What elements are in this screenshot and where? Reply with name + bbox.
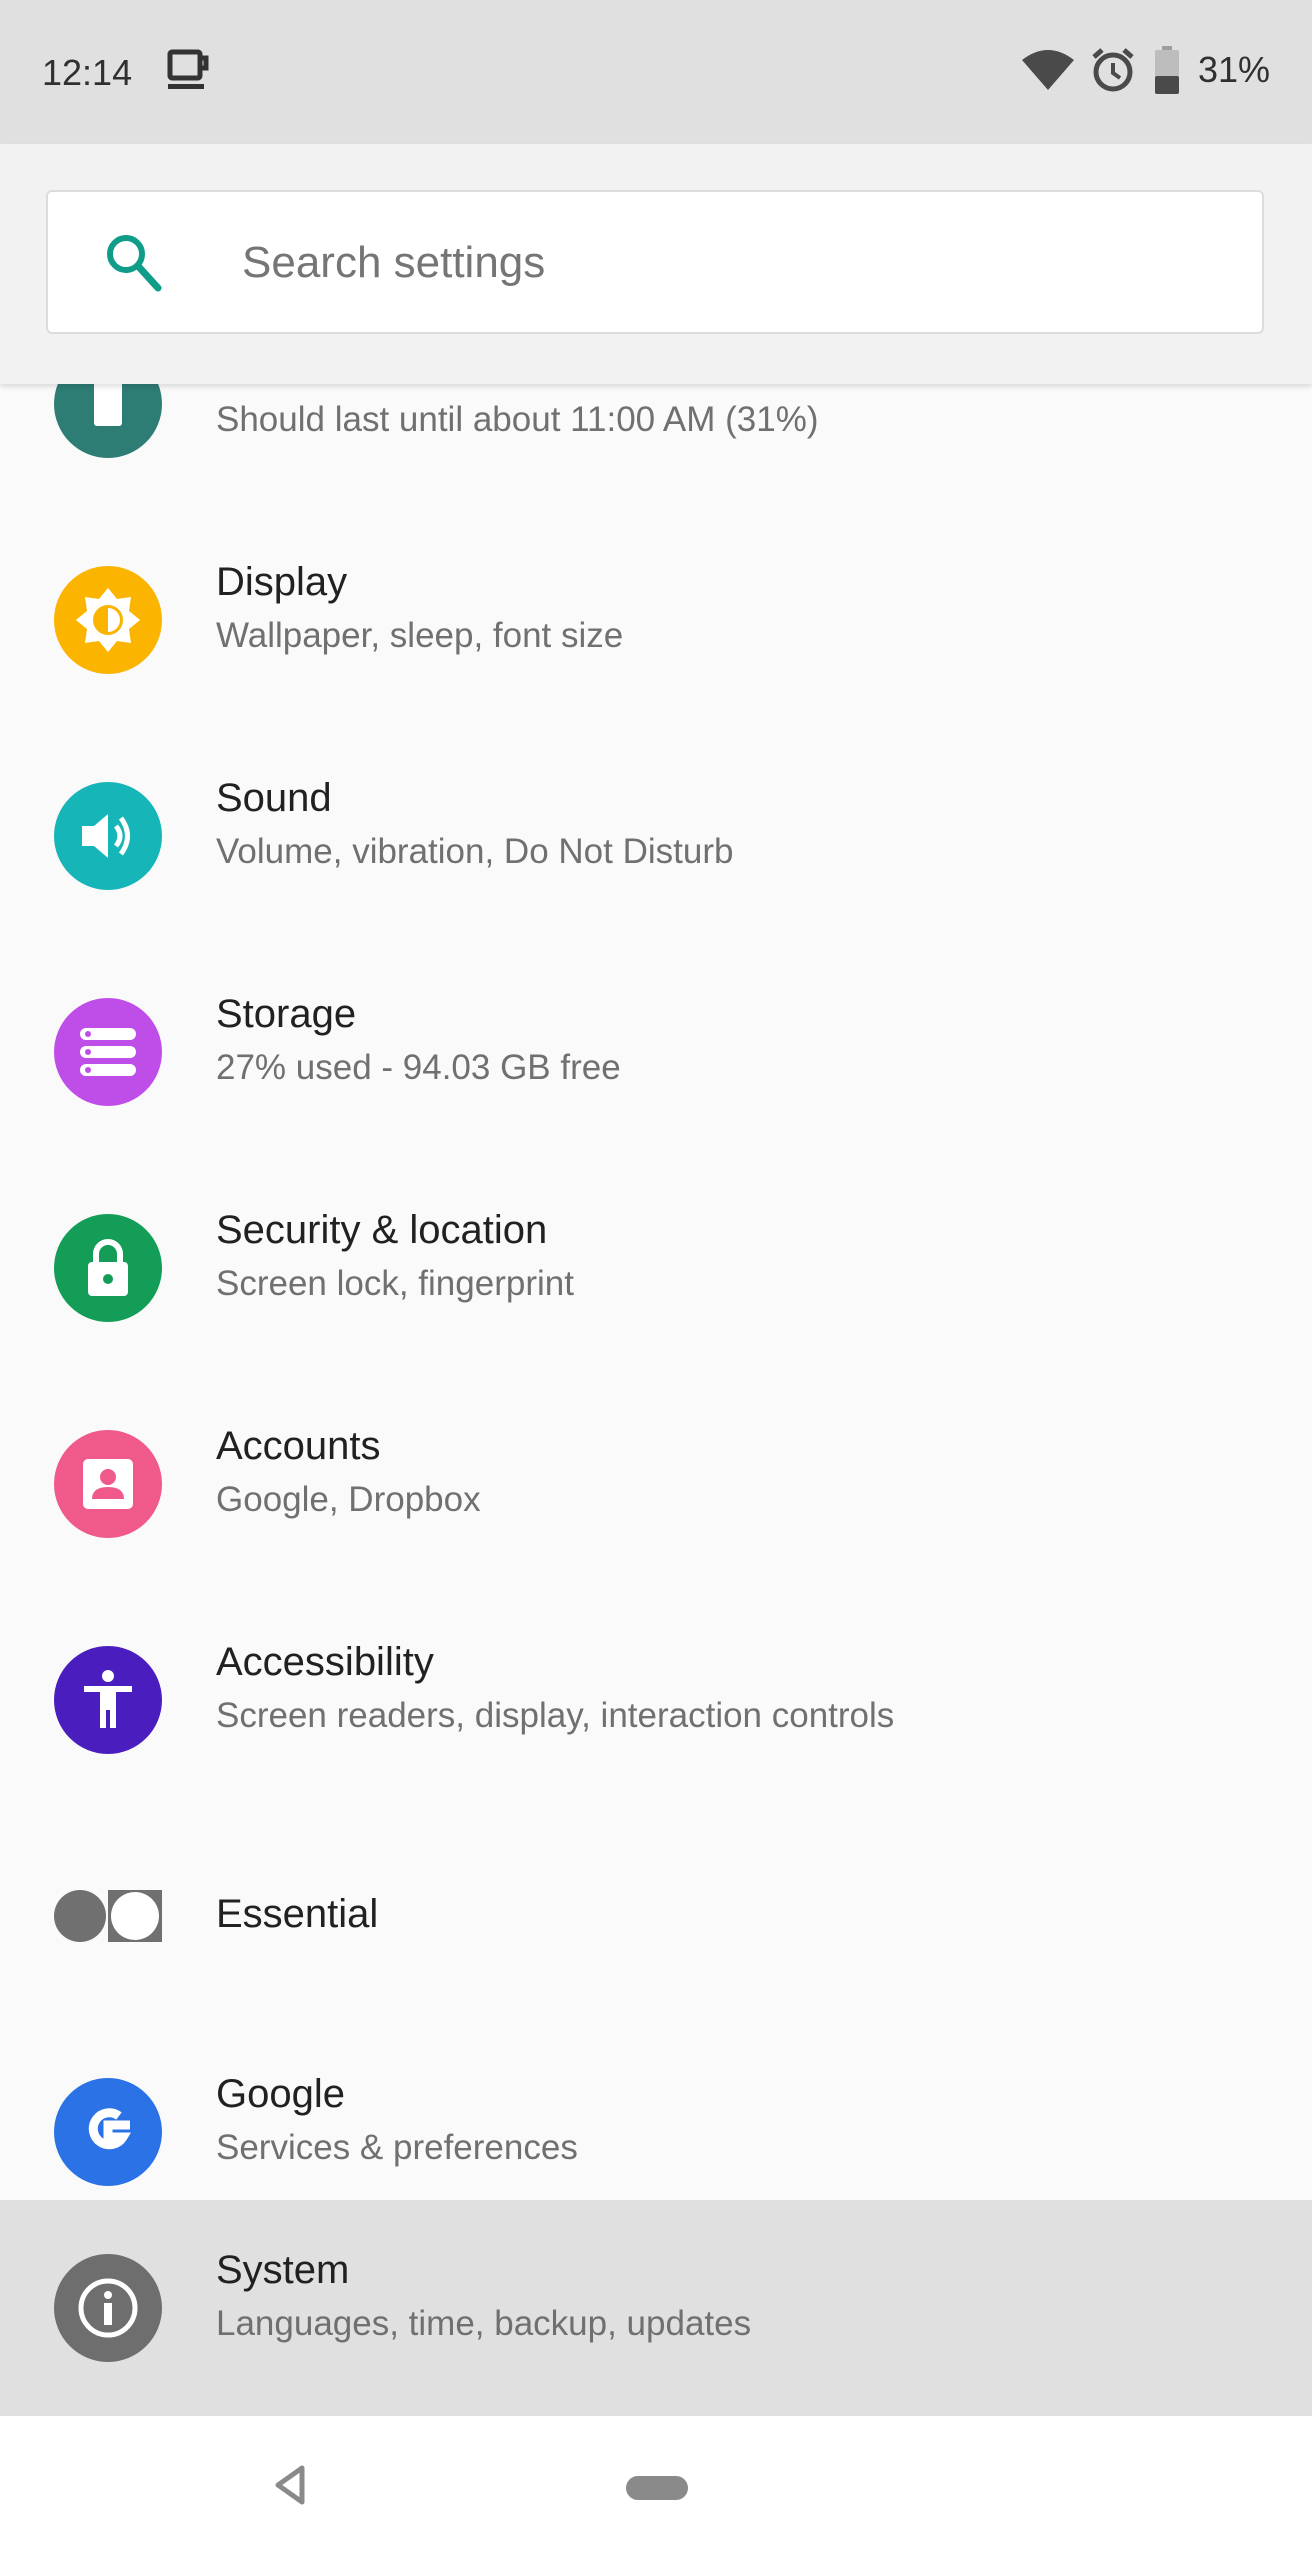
info-icon bbox=[54, 2254, 162, 2362]
alarm-icon bbox=[1090, 47, 1136, 93]
lock-icon bbox=[54, 1214, 162, 1322]
settings-item-title: Storage bbox=[216, 992, 357, 1036]
search-icon bbox=[104, 232, 164, 299]
google-icon bbox=[54, 2078, 162, 2186]
storage-icon bbox=[54, 998, 162, 1106]
volume-icon bbox=[54, 782, 162, 890]
settings-item-title: Accessibility bbox=[216, 1640, 434, 1684]
back-icon[interactable] bbox=[270, 2462, 310, 2513]
settings-item-storage[interactable]: Storage 27% used - 94.03 GB free bbox=[0, 944, 1312, 1160]
settings-item-display[interactable]: Display Wallpaper, sleep, font size bbox=[0, 512, 1312, 728]
coffee-cup-icon bbox=[166, 48, 212, 97]
settings-item-title: Sound bbox=[216, 776, 332, 820]
settings-item-accessibility[interactable]: Accessibility Screen readers, display, i… bbox=[0, 1592, 1312, 1808]
settings-item-sound[interactable]: Sound Volume, vibration, Do Not Disturb bbox=[0, 728, 1312, 944]
battery-icon bbox=[1154, 46, 1180, 94]
search-input[interactable] bbox=[240, 222, 1204, 304]
settings-item-accounts[interactable]: Accounts Google, Dropbox bbox=[0, 1376, 1312, 1592]
settings-item-essential[interactable]: Essential bbox=[0, 1808, 1312, 2024]
settings-item-title: Display bbox=[216, 560, 348, 604]
settings-item-subtitle: Screen lock, fingerprint bbox=[216, 1264, 574, 1303]
home-pill[interactable] bbox=[626, 2476, 688, 2500]
brightness-icon bbox=[54, 566, 162, 674]
account-icon bbox=[54, 1430, 162, 1538]
settings-item-subtitle: Google, Dropbox bbox=[216, 1480, 481, 1519]
settings-item-title: Essential bbox=[216, 1892, 379, 1936]
status-time: 12:14 bbox=[42, 52, 133, 93]
settings-list[interactable]: Should last until about 11:00 AM (31%) D… bbox=[0, 384, 1312, 2416]
settings-item-subtitle: Screen readers, display, interaction con… bbox=[216, 1696, 895, 1735]
settings-item-subtitle: Wallpaper, sleep, font size bbox=[216, 616, 624, 655]
battery-icon bbox=[54, 384, 162, 458]
battery-percent: 31% bbox=[1197, 49, 1270, 90]
navigation-bar bbox=[0, 2416, 1312, 2560]
settings-item-battery[interactable]: Should last until about 11:00 AM (31%) bbox=[0, 384, 1312, 512]
settings-item-system[interactable]: System Languages, time, backup, updates bbox=[0, 2200, 1312, 2416]
settings-item-subtitle: 27% used - 94.03 GB free bbox=[216, 1048, 621, 1087]
settings-item-title: Google bbox=[216, 2072, 345, 2116]
settings-item-subtitle: Volume, vibration, Do Not Disturb bbox=[216, 832, 734, 871]
wifi-icon bbox=[1020, 48, 1076, 92]
status-icons: 31% bbox=[1020, 46, 1270, 94]
essential-icon bbox=[54, 1862, 162, 1970]
search-header bbox=[0, 144, 1312, 384]
status-bar: 12:14 31% bbox=[0, 0, 1312, 144]
settings-item-title: Accounts bbox=[216, 1424, 381, 1468]
settings-item-subtitle: Should last until about 11:00 AM (31%) bbox=[216, 400, 819, 439]
settings-item-subtitle: Services & preferences bbox=[216, 2128, 578, 2167]
search-box[interactable] bbox=[46, 190, 1264, 334]
settings-item-title: System bbox=[216, 2248, 350, 2292]
settings-item-title: Security & location bbox=[216, 1208, 548, 1252]
settings-item-security[interactable]: Security & location Screen lock, fingerp… bbox=[0, 1160, 1312, 1376]
accessibility-icon bbox=[54, 1646, 162, 1754]
settings-item-subtitle: Languages, time, backup, updates bbox=[216, 2304, 752, 2343]
